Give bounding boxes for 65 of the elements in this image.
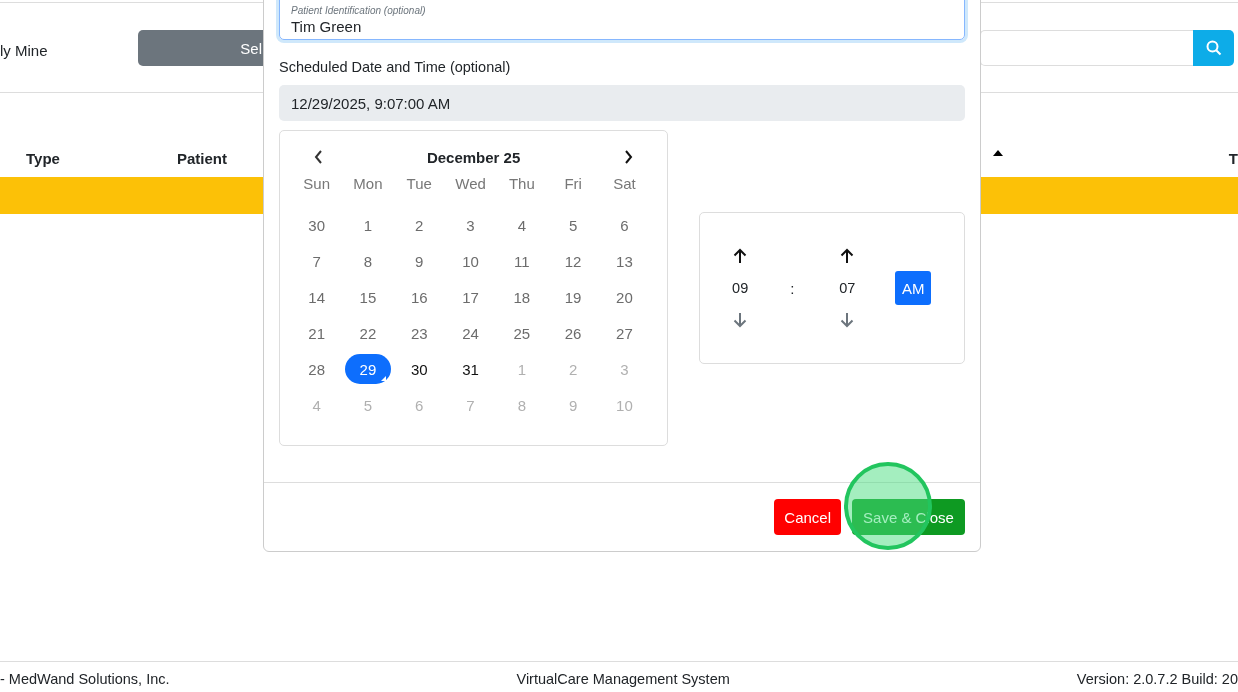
calendar-day[interactable]: 23 <box>404 318 435 348</box>
search-button[interactable] <box>1193 30 1234 66</box>
calendar-day[interactable]: 22 <box>352 318 383 348</box>
weekday-label: Sun <box>302 174 331 194</box>
calendar-day[interactable]: 15 <box>352 282 383 312</box>
company-text: - MedWand Solutions, Inc. <box>0 670 170 687</box>
select-button[interactable]: Sel <box>138 30 263 66</box>
calendar-day[interactable]: 6 <box>609 210 640 240</box>
calendar-day[interactable]: 5 <box>558 210 589 240</box>
calendar-day[interactable]: 16 <box>404 282 435 312</box>
calendar-day[interactable]: 28 <box>301 354 332 384</box>
calendar-day[interactable]: 13 <box>609 246 640 276</box>
hour-value: 09 <box>732 280 749 296</box>
am-pm-button[interactable]: AM <box>895 271 932 305</box>
cancel-button[interactable]: Cancel <box>774 499 841 535</box>
weekday-label: Wed <box>454 174 487 194</box>
calendar-day[interactable]: 11 <box>506 246 537 276</box>
calendar-day[interactable]: 31 <box>455 354 486 384</box>
calendar-day[interactable]: 17 <box>455 282 486 312</box>
down-arrow-icon[interactable] <box>733 312 748 328</box>
weekday-label: Tue <box>405 174 433 194</box>
up-arrow-icon[interactable] <box>733 248 748 264</box>
calendar-day[interactable]: 1 <box>352 210 383 240</box>
calendar-day[interactable]: 21 <box>301 318 332 348</box>
up-arrow-icon[interactable] <box>840 248 855 264</box>
calendar-day[interactable]: 26 <box>558 318 589 348</box>
version-text: Version: 2.0.7.2 Build: 20 <box>1076 670 1238 687</box>
search-icon <box>1205 40 1222 56</box>
weekday-label: Fri <box>563 174 583 194</box>
search-field[interactable] <box>980 30 1193 66</box>
previous-month-icon[interactable] <box>313 150 325 164</box>
calendar-day[interactable]: 30 <box>301 210 332 240</box>
calendar-day[interactable]: 7 <box>301 246 332 276</box>
calendar-day[interactable]: 2 <box>404 210 435 240</box>
weekday-label: Sat <box>612 174 637 194</box>
column-header[interactable]: T <box>1228 149 1238 167</box>
calendar-day[interactable]: 10 <box>455 246 486 276</box>
calendar-day[interactable]: 12 <box>558 246 589 276</box>
month-title: December 25 <box>426 148 521 166</box>
next-month-icon[interactable] <box>622 150 635 164</box>
field-label: Scheduled Date and Time (optional) <box>279 59 512 75</box>
calendar-day[interactable]: 24 <box>455 318 486 348</box>
calendar-day[interactable]: 19 <box>558 282 589 312</box>
calendar-day[interactable]: 8 <box>352 246 383 276</box>
calendar-day[interactable]: 27 <box>609 318 640 348</box>
weekday-label: Mon <box>352 174 384 194</box>
calendar-day[interactable]: 18 <box>506 282 537 312</box>
calendar-day[interactable]: 30 <box>404 354 435 384</box>
sort-caret-icon[interactable] <box>993 150 1003 156</box>
minute-value: 07 <box>839 280 856 296</box>
calendar-day[interactable]: 20 <box>609 282 640 312</box>
calendar-day[interactable]: 9 <box>404 246 435 276</box>
down-arrow-icon[interactable] <box>840 312 855 328</box>
date-field[interactable]: 12/29/2025, 9:07:00 AM <box>279 85 965 121</box>
patient-field[interactable]: Patient Identification (optional) Tim Green <box>279 0 965 40</box>
calendar-day[interactable]: 14 <box>301 282 332 312</box>
time-separator: : <box>790 279 795 297</box>
filter-label: ly Mine <box>0 40 49 59</box>
calendar-day[interactable]: 25 <box>506 318 537 348</box>
calendar-day[interactable]: 3 <box>455 210 486 240</box>
calendar-day[interactable]: 4 <box>506 210 537 240</box>
app-name-text: VirtualCare Management System <box>516 670 730 687</box>
column-header[interactable]: Type <box>26 149 177 167</box>
weekday-label: Thu <box>507 174 536 194</box>
calendar-day[interactable]: 29 <box>344 354 391 384</box>
